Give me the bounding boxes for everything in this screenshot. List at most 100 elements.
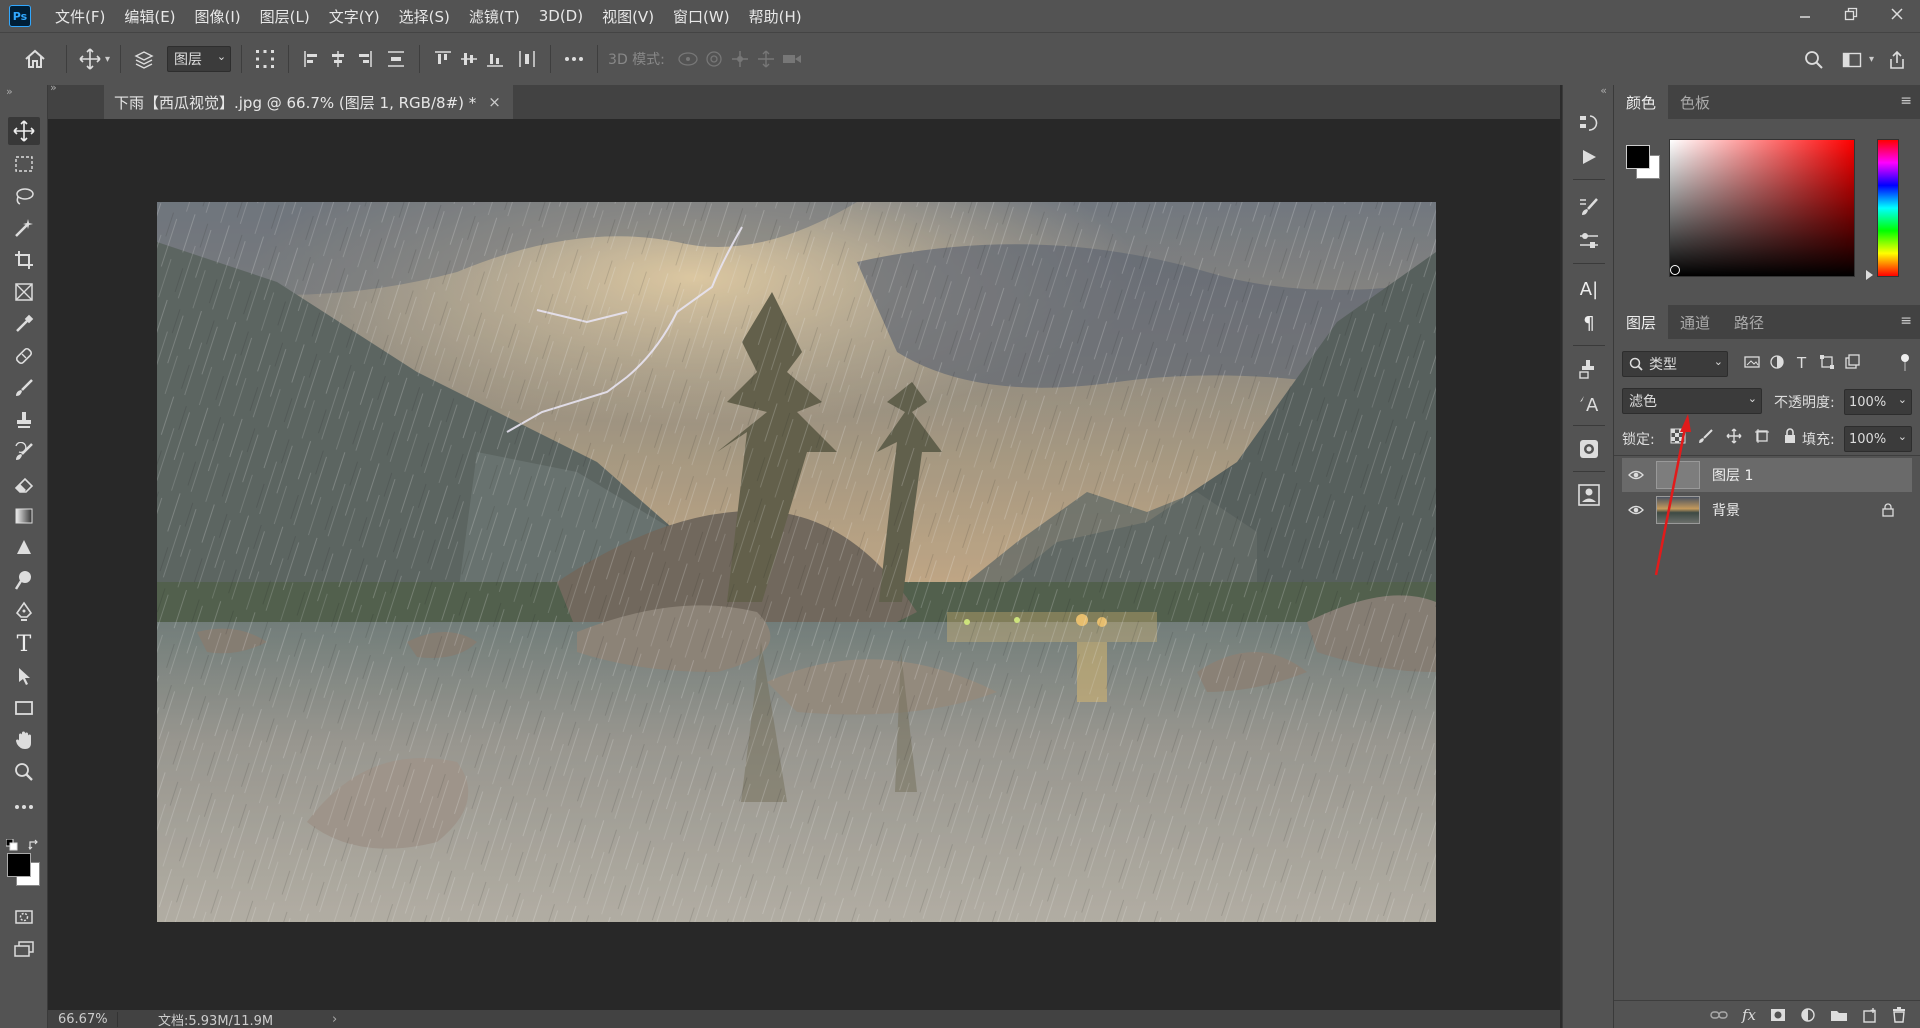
- screen-mode-icon[interactable]: [8, 935, 40, 963]
- eyedropper-tool[interactable]: [8, 310, 40, 338]
- align-right-icon[interactable]: [351, 46, 377, 72]
- filter-toggle[interactable]: [1900, 353, 1910, 371]
- align-middle-v-icon[interactable]: [456, 46, 482, 72]
- workspace-icon[interactable]: [1839, 47, 1865, 73]
- frame-tool[interactable]: [8, 278, 40, 306]
- menu-file[interactable]: 文件(F): [55, 6, 105, 27]
- layer-filter-dropdown[interactable]: 类型 ⌄: [1622, 351, 1728, 377]
- layer-name[interactable]: 背景: [1712, 500, 1740, 520]
- pen-tool[interactable]: [8, 598, 40, 626]
- foreground-color-swatch[interactable]: [7, 853, 31, 877]
- menu-window[interactable]: 窗口(W): [673, 6, 730, 27]
- auto-select-icon[interactable]: [131, 46, 157, 72]
- actions-play-icon[interactable]: [1575, 143, 1603, 171]
- color-picker-marker[interactable]: [1670, 265, 1680, 275]
- share-icon[interactable]: [1884, 47, 1910, 73]
- status-menu-arrow[interactable]: ›: [332, 1012, 337, 1027]
- quick-selection-tool[interactable]: [8, 214, 40, 242]
- paragraph-panel-icon[interactable]: ¶: [1575, 309, 1603, 337]
- type-tool-icon[interactable]: T: [8, 630, 40, 658]
- canvas-area[interactable]: [48, 119, 1560, 1010]
- more-options-icon[interactable]: [561, 46, 587, 72]
- clone-source-icon[interactable]: [1575, 355, 1603, 383]
- clone-stamp-tool[interactable]: [8, 406, 40, 434]
- menu-layer[interactable]: 图层(L): [260, 6, 310, 27]
- distribute-vertical-icon[interactable]: [383, 46, 409, 72]
- hand-tool[interactable]: [8, 726, 40, 754]
- menu-help[interactable]: 帮助(H): [749, 6, 802, 27]
- menu-3d[interactable]: 3D(D): [539, 7, 583, 25]
- menu-image[interactable]: 图像(I): [195, 6, 241, 27]
- eye-icon[interactable]: [1628, 469, 1644, 481]
- lock-artboard-icon[interactable]: [1754, 428, 1770, 444]
- rectangle-tool[interactable]: [8, 694, 40, 722]
- delete-layer-icon[interactable]: [1892, 1006, 1906, 1023]
- chevron-down-icon[interactable]: ⌄: [1898, 430, 1907, 443]
- panel-menu-icon[interactable]: ≡: [1900, 313, 1912, 329]
- zoom-level[interactable]: 66.67%: [48, 1011, 118, 1027]
- quick-mask-icon[interactable]: [8, 903, 40, 931]
- gradient-tool[interactable]: [8, 502, 40, 530]
- align-top-icon[interactable]: [430, 46, 456, 72]
- character-panel-icon[interactable]: A|: [1575, 275, 1603, 303]
- libraries-icon[interactable]: [1575, 435, 1603, 463]
- hue-slider[interactable]: [1877, 139, 1899, 277]
- pixel-layer-filter-icon[interactable]: [1744, 354, 1760, 370]
- panel-menu-icon[interactable]: ≡: [1900, 93, 1912, 109]
- document-tab[interactable]: 下雨【西瓜视觉】.jpg @ 66.7% (图层 1, RGB/8#) * ×: [104, 85, 513, 119]
- type-layer-filter-icon[interactable]: T: [1794, 354, 1810, 370]
- lock-all-icon[interactable]: [1782, 428, 1798, 444]
- chevron-down-icon[interactable]: ▾: [105, 54, 110, 65]
- eraser-tool[interactable]: [8, 470, 40, 498]
- move-tool[interactable]: [8, 117, 40, 145]
- eye-icon[interactable]: [1628, 504, 1644, 516]
- adjustment-layer-filter-icon[interactable]: [1769, 354, 1785, 370]
- move-tool-icon[interactable]: [77, 46, 103, 72]
- adjustments-icon[interactable]: [1575, 227, 1603, 255]
- align-center-h-icon[interactable]: [325, 46, 351, 72]
- new-group-icon[interactable]: [1830, 1008, 1848, 1022]
- opacity-input[interactable]: 100% ⌄: [1844, 389, 1912, 415]
- new-layer-icon[interactable]: [1862, 1007, 1878, 1023]
- menu-filter[interactable]: 滤镜(T): [469, 6, 520, 27]
- chevron-down-icon[interactable]: ▾: [1869, 54, 1874, 65]
- collapse-icon[interactable]: »: [50, 81, 57, 94]
- foreground-color-swatch[interactable]: [1626, 145, 1650, 169]
- close-button[interactable]: [1874, 0, 1920, 28]
- blur-tool[interactable]: [8, 534, 40, 562]
- shape-layer-filter-icon[interactable]: [1819, 354, 1835, 370]
- home-icon[interactable]: [22, 46, 48, 72]
- search-icon[interactable]: [1801, 47, 1827, 73]
- transform-controls-icon[interactable]: [252, 46, 278, 72]
- tab-color[interactable]: 颜色: [1614, 85, 1669, 119]
- history-icon[interactable]: [1575, 109, 1603, 137]
- lock-position-icon[interactable]: [1726, 428, 1742, 444]
- menu-select[interactable]: 选择(S): [399, 6, 450, 27]
- dodge-tool[interactable]: [8, 566, 40, 594]
- properties-icon[interactable]: [1575, 481, 1603, 509]
- history-brush-tool[interactable]: [8, 438, 40, 466]
- menu-type[interactable]: 文字(Y): [329, 6, 380, 27]
- tab-swatches[interactable]: 色板: [1668, 85, 1722, 119]
- fill-input[interactable]: 100% ⌄: [1844, 426, 1912, 452]
- minimize-button[interactable]: [1782, 0, 1828, 28]
- add-mask-icon[interactable]: [1770, 1008, 1786, 1022]
- link-layers-icon[interactable]: [1710, 1009, 1728, 1021]
- layer-name[interactable]: 图层 1: [1712, 465, 1753, 485]
- distribute-horizontal-icon[interactable]: [514, 46, 540, 72]
- hue-slider-handle[interactable]: [1866, 270, 1873, 280]
- path-selection-tool[interactable]: [8, 662, 40, 690]
- marquee-tool[interactable]: [8, 150, 40, 178]
- fg-bg-swatches[interactable]: [1624, 143, 1664, 183]
- document-canvas[interactable]: [157, 202, 1436, 922]
- menu-view[interactable]: 视图(V): [602, 6, 654, 27]
- healing-brush-tool[interactable]: [8, 342, 40, 370]
- color-field[interactable]: [1669, 139, 1855, 277]
- chevron-down-icon[interactable]: ⌄: [1898, 393, 1907, 406]
- collapse-icon[interactable]: »: [6, 85, 13, 98]
- align-left-icon[interactable]: [299, 46, 325, 72]
- tab-channels[interactable]: 通道: [1668, 305, 1722, 339]
- smart-object-filter-icon[interactable]: [1844, 354, 1860, 370]
- lasso-tool[interactable]: [8, 182, 40, 210]
- auto-select-target-dropdown[interactable]: 图层 ⌄: [167, 46, 232, 72]
